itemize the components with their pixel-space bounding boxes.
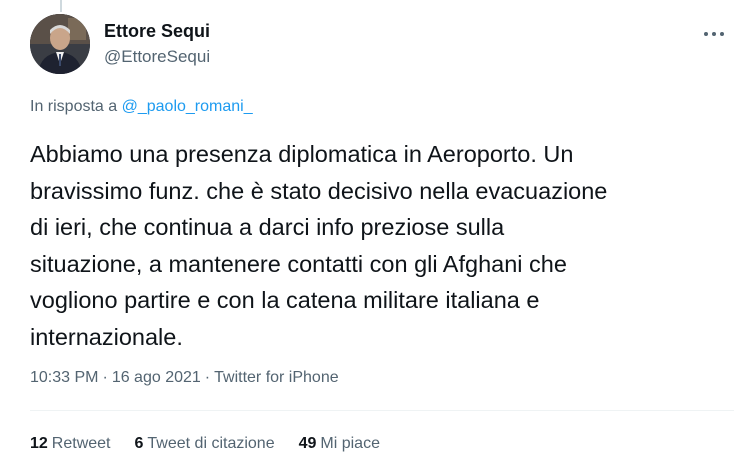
tweet-meta: 10:33 PM · 16 ago 2021 · Twitter for iPhone — [30, 369, 339, 387]
avatar-photo — [30, 14, 90, 74]
tweet-source-link[interactable]: Twitter for iPhone — [214, 369, 339, 386]
tweet-header: Ettore Sequi @EttoreSequi — [30, 14, 734, 78]
quotes-label: Tweet di citazione — [147, 435, 275, 452]
tweet-stats: 12 Retweet 6 Tweet di citazione 49 Mi piace — [30, 435, 380, 453]
separator-dot: · — [102, 369, 108, 386]
likes-count: 49 — [298, 435, 317, 452]
quotes-count: 6 — [134, 435, 144, 452]
retweets-count: 12 — [30, 435, 48, 452]
tweet-text: Abbiamo una presenza diplomatica in Aero… — [30, 141, 608, 350]
author-name[interactable]: Ettore Sequi — [104, 21, 210, 42]
more-horizontal-icon — [720, 32, 724, 36]
tweet-time: 10:33 PM — [30, 369, 99, 386]
quotes-stat[interactable]: 6 Tweet di citazione — [135, 435, 275, 453]
retweets-stat[interactable]: 12 Retweet — [30, 435, 111, 453]
retweets-label: Retweet — [51, 435, 111, 452]
author-handle[interactable]: @EttoreSequi — [104, 47, 210, 67]
likes-label: Mi piace — [320, 435, 380, 452]
tweet-date: 16 ago 2021 — [111, 369, 201, 386]
thread-connector-line — [60, 0, 62, 12]
reply-target-link[interactable]: @_paolo_romani_ — [122, 98, 253, 115]
likes-stat[interactable]: 49 Mi piace — [299, 435, 380, 453]
tweet-time-link[interactable]: 10:33 PM · 16 ago 2021 — [30, 369, 201, 386]
divider — [30, 410, 734, 411]
separator-dot: · — [204, 369, 211, 386]
more-options-button[interactable] — [694, 22, 734, 46]
reply-prefix: In risposta a — [30, 98, 118, 115]
more-horizontal-icon — [704, 32, 708, 36]
avatar[interactable] — [30, 14, 90, 74]
more-horizontal-icon — [712, 32, 716, 36]
reply-context: In risposta a @_paolo_romani_ — [30, 98, 253, 116]
